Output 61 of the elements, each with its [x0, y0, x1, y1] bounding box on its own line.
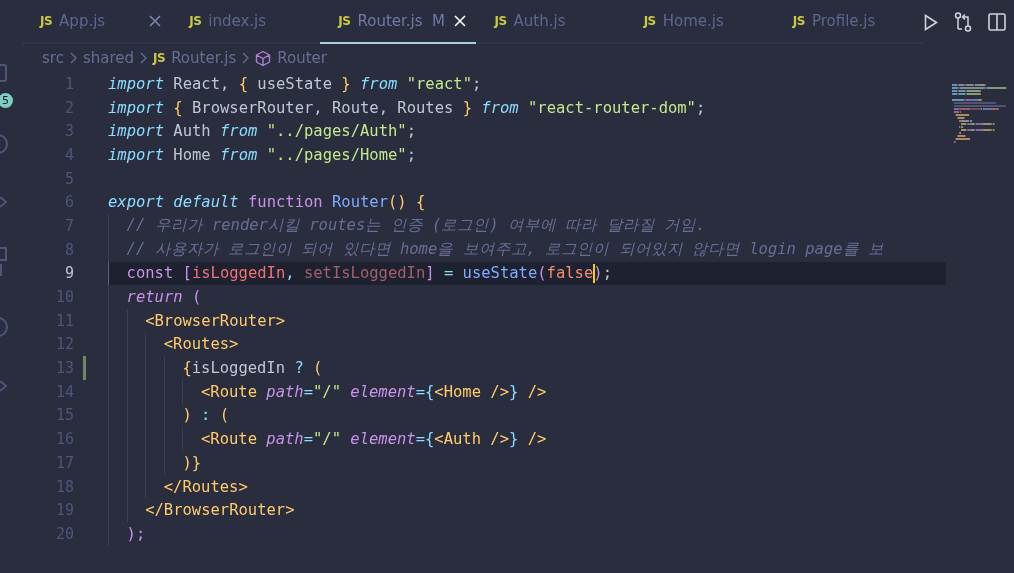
js-file-icon: JS [338, 14, 351, 28]
code-line: <Routes> [108, 332, 946, 357]
minimap[interactable] [950, 82, 1010, 144]
cube-icon [255, 49, 272, 67]
line-number: 16 [54, 430, 74, 449]
line-number: 6 [63, 193, 74, 212]
code-line: export default function Router() { [108, 192, 427, 214]
editor-tab[interactable]: JS Profile.js [774, 0, 924, 44]
line-number: 13 [54, 359, 74, 378]
line-number: 8 [63, 240, 74, 259]
chevron-right-icon [140, 52, 147, 64]
code-line: import { BrowserRouter, Route, Routes } from "react-router-dom"; [108, 97, 707, 119]
js-file-icon: JS [153, 51, 166, 65]
line-number: 7 [63, 216, 74, 235]
line-number: 2 [63, 98, 74, 117]
code-line: // 사용자가 로그인이 되어 있다면 home을 보여주고, 로그인이 되어있지 않다면 login page를 보 [108, 237, 946, 262]
line-number: 5 [63, 169, 74, 188]
editor-tab[interactable]: JS App.js [22, 0, 172, 44]
js-file-icon: JS [189, 14, 202, 28]
line-number: 12 [54, 335, 74, 354]
js-file-icon: JS [494, 14, 507, 28]
code-line: <Route path="/" element={<Auth />} /> [108, 427, 946, 451]
code-line: import React, { useState } from "react"; [108, 73, 483, 95]
run-icon[interactable] [924, 13, 938, 31]
code-line: import Home from "../pages/Home"; [108, 144, 417, 166]
compare-changes-icon[interactable] [954, 12, 972, 32]
breadcrumb-item[interactable]: JS Router.js [153, 49, 237, 67]
line-number: 4 [63, 145, 74, 164]
code-line: <Route path="/" element={<Home />} /> [108, 379, 946, 404]
code-line: </Routes> [108, 474, 946, 499]
code-line: return ( [108, 285, 946, 309]
line-number: 18 [54, 477, 74, 496]
line-number: 1 [63, 74, 74, 93]
notification-badge: 5 [0, 93, 13, 108]
js-file-icon: JS [792, 14, 805, 28]
js-file-icon: JS [40, 14, 53, 28]
line-number: 10 [54, 288, 74, 307]
code-line: ); [108, 522, 946, 546]
code-line: {isLoggedIn ? ( [108, 356, 946, 380]
split-editor-icon[interactable] [988, 13, 1006, 31]
code-line: import Auth from "../pages/Auth"; [108, 121, 417, 143]
code-line: // 우리가 render시킬 routes는 인증 (로그인) 여부에 따라 달라질 거임. [108, 214, 946, 238]
js-file-icon: JS [643, 14, 656, 28]
editor-tab[interactable]: JS index.js [171, 0, 321, 44]
line-number: 20 [54, 524, 74, 543]
line-number: 15 [54, 406, 74, 425]
chevron-right-icon [69, 52, 77, 64]
code-line: <BrowserRouter> [108, 308, 946, 333]
code-line: ) : ( [108, 403, 946, 428]
editor-tab[interactable]: JS Router.js M [320, 0, 477, 44]
editor-tab[interactable]: JS Home.js [625, 0, 775, 44]
editor-tab[interactable]: JS Auth.js [476, 0, 626, 44]
line-number: 14 [54, 382, 74, 401]
chevron-right-icon [242, 52, 250, 64]
line-number: 11 [54, 311, 74, 330]
line-number: 19 [54, 501, 74, 520]
code-line: )} [108, 451, 946, 475]
line-number: 17 [54, 453, 74, 472]
line-number: 9 [63, 264, 74, 283]
line-number: 3 [63, 122, 74, 141]
code-line: </BrowserRouter> [108, 498, 946, 523]
